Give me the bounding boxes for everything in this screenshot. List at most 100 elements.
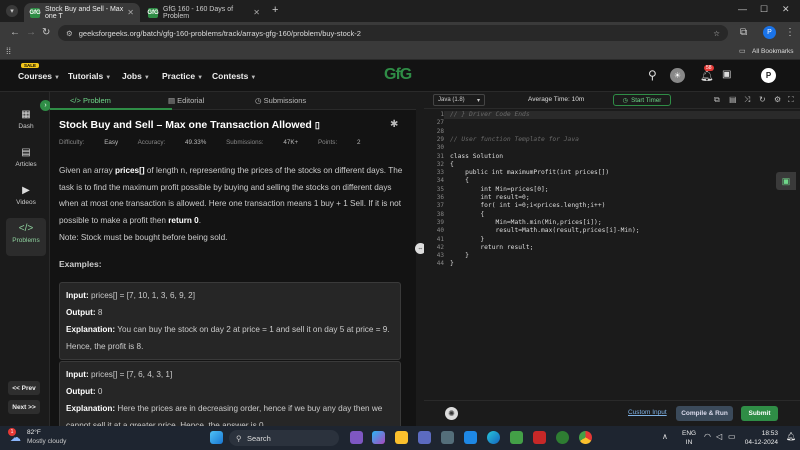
extensions-icon[interactable]: ⧉: [740, 27, 747, 39]
reload-icon[interactable]: ↻: [42, 27, 50, 39]
minimize-icon[interactable]: —: [738, 4, 747, 14]
menu-practice[interactable]: Practice ▼: [162, 71, 203, 81]
language-select[interactable]: Java (1.8) ▾: [433, 94, 485, 106]
cart-icon[interactable]: ▣: [722, 69, 731, 80]
notification-center-icon[interactable]: 🔔︎: [786, 432, 796, 441]
problem-note: Note: Stock must be bought before being …: [59, 233, 228, 242]
user-avatar[interactable]: P: [761, 68, 776, 83]
taskbar-search[interactable]: ⚲ Search: [229, 430, 339, 446]
examples-heading: Examples:: [59, 259, 102, 269]
language-indicator[interactable]: ENG IN: [682, 429, 696, 447]
format-icon[interactable]: ⤨: [744, 95, 750, 105]
theme-toggle-icon[interactable]: ☀: [670, 68, 685, 83]
code-line: {: [450, 160, 454, 168]
clock[interactable]: 18:53 04-12-2024: [744, 429, 778, 447]
next-button[interactable]: Next >>: [8, 400, 40, 414]
settings-icon[interactable]: ⚙: [774, 95, 781, 104]
copy-icon[interactable]: ⧉: [714, 95, 720, 105]
line-number: 37: [436, 202, 444, 210]
sale-badge: SALE: [21, 63, 40, 68]
store-icon[interactable]: [441, 431, 454, 444]
weather-temp: 82°F: [27, 429, 41, 436]
submit-button[interactable]: Submit: [741, 406, 778, 421]
code-line: public int maximumProfit(int prices[]): [450, 169, 610, 177]
widgets-icon[interactable]: [350, 431, 363, 444]
url-text: geeksforgeeks.org/batch/gfg-160-problems…: [78, 28, 361, 38]
wifi-icon[interactable]: ◠: [704, 432, 711, 441]
fullscreen-icon[interactable]: ⛶: [788, 95, 794, 105]
articles-icon: ▤: [21, 147, 31, 158]
tab-editorial[interactable]: ▤ Editorial: [168, 96, 204, 105]
browser-tab-active[interactable]: GfG Stock Buy and Sell - Max one T ✕: [24, 3, 140, 22]
menu-kebab-icon[interactable]: ⋮: [785, 27, 795, 39]
windows-start-icon[interactable]: [210, 431, 223, 444]
weather-desc: Mostly cloudy: [27, 438, 67, 445]
menu-courses[interactable]: Courses ▼: [18, 71, 60, 81]
file-explorer-icon[interactable]: [395, 431, 408, 444]
forward-icon[interactable]: →: [26, 27, 36, 39]
gfg-logo[interactable]: GfG: [384, 66, 412, 84]
code-line: // User function Template for Java: [450, 135, 579, 143]
paste-icon[interactable]: ▤: [729, 95, 737, 104]
rail-item-articles[interactable]: ▤ Articles: [6, 142, 46, 180]
copilot-icon[interactable]: [372, 431, 385, 444]
problem-title: Stock Buy and Sell – Max one Transaction…: [59, 119, 320, 131]
bulb-icon[interactable]: ✺: [445, 407, 458, 420]
all-bookmarks-link[interactable]: All Bookmarks: [752, 48, 794, 55]
code-editor[interactable]: 1 27 28 29 30 31 32 33 34 35 36 37 38 39 40 41 42 43 44 //…: [424, 109, 800, 400]
start-timer-button[interactable]: ◷ Start Timer: [613, 94, 671, 106]
tab-submissions[interactable]: ◷ Submissions: [255, 96, 306, 105]
tray-expand-icon[interactable]: ∧: [662, 432, 668, 441]
line-number: 34: [436, 177, 444, 185]
line-number: 31: [436, 152, 444, 160]
menu-jobs[interactable]: Jobs ▼: [122, 71, 150, 81]
back-icon[interactable]: ←: [10, 27, 20, 39]
site-info-icon[interactable]: ⚙: [66, 29, 73, 38]
panel-splitter[interactable]: [417, 92, 423, 426]
editor-footer: ✺ Custom Input Compile & Run Submit: [424, 400, 800, 426]
vscode-icon[interactable]: [464, 431, 477, 444]
close-icon[interactable]: ✕: [253, 8, 260, 17]
whatsapp-icon[interactable]: [556, 431, 569, 444]
chrome-icon[interactable]: [579, 431, 592, 444]
address-bar[interactable]: ⚙ geeksforgeeks.org/batch/gfg-160-proble…: [58, 25, 728, 41]
teams-icon[interactable]: [418, 431, 431, 444]
reset-icon[interactable]: ↻: [759, 95, 766, 104]
chat-icon[interactable]: ▣: [776, 172, 796, 190]
close-window-icon[interactable]: ✕: [782, 4, 790, 15]
menu-tutorials[interactable]: Tutorials ▼: [68, 71, 111, 81]
mcafee-icon[interactable]: [533, 431, 546, 444]
rail-item-problems[interactable]: </> Problems: [6, 218, 46, 256]
maximize-icon[interactable]: ☐: [760, 4, 768, 15]
code-line: Min=Math.min(Min,prices[i]);: [450, 218, 602, 226]
bookmark-star-icon[interactable]: ☆: [713, 29, 720, 38]
compile-run-button[interactable]: Compile & Run: [676, 406, 733, 421]
browser-toolbar: ← → ↻ ⚙ geeksforgeeks.org/batch/gfg-160-…: [0, 22, 800, 44]
rail-item-videos[interactable]: ▶ Videos: [6, 180, 46, 218]
bookmark-icon[interactable]: ▯: [315, 120, 320, 130]
browser-tab[interactable]: GfG GfG 160 - 160 Days of Problem ✕: [142, 3, 266, 22]
search-icon[interactable]: ⚲: [648, 68, 657, 82]
all-bookmarks-folder-icon[interactable]: ▭: [739, 47, 746, 55]
chevron-down-icon: ▾: [476, 98, 480, 104]
bug-report-icon[interactable]: ✱: [390, 119, 398, 130]
custom-input-link[interactable]: Custom Input: [628, 409, 667, 416]
close-icon[interactable]: ✕: [127, 8, 134, 17]
code-icon: </>: [70, 96, 83, 105]
prev-button[interactable]: << Prev: [8, 381, 40, 395]
line-number: 33: [436, 169, 444, 177]
volume-icon[interactable]: ◁: [716, 432, 722, 441]
site-header: SALE Courses ▼ Tutorials ▼ Jobs ▼ Practice ▼…: [0, 60, 800, 92]
menu-contests[interactable]: Contests ▼: [212, 71, 256, 81]
rail-item-dash[interactable]: ▦ Dash: [6, 104, 46, 142]
tab-problem[interactable]: </> Problem: [70, 96, 111, 105]
new-tab-icon[interactable]: +: [272, 4, 278, 16]
dashboard-icon: ▦: [21, 109, 31, 120]
weather-badge: 1: [8, 428, 16, 436]
edge-icon[interactable]: [487, 431, 500, 444]
battery-icon[interactable]: ▭: [728, 432, 736, 441]
apps-icon[interactable]: ⁞⁞: [6, 46, 11, 56]
profile-avatar[interactable]: P: [763, 26, 776, 39]
app-icon[interactable]: [510, 431, 523, 444]
tab-search-button[interactable]: ▾: [6, 5, 18, 17]
